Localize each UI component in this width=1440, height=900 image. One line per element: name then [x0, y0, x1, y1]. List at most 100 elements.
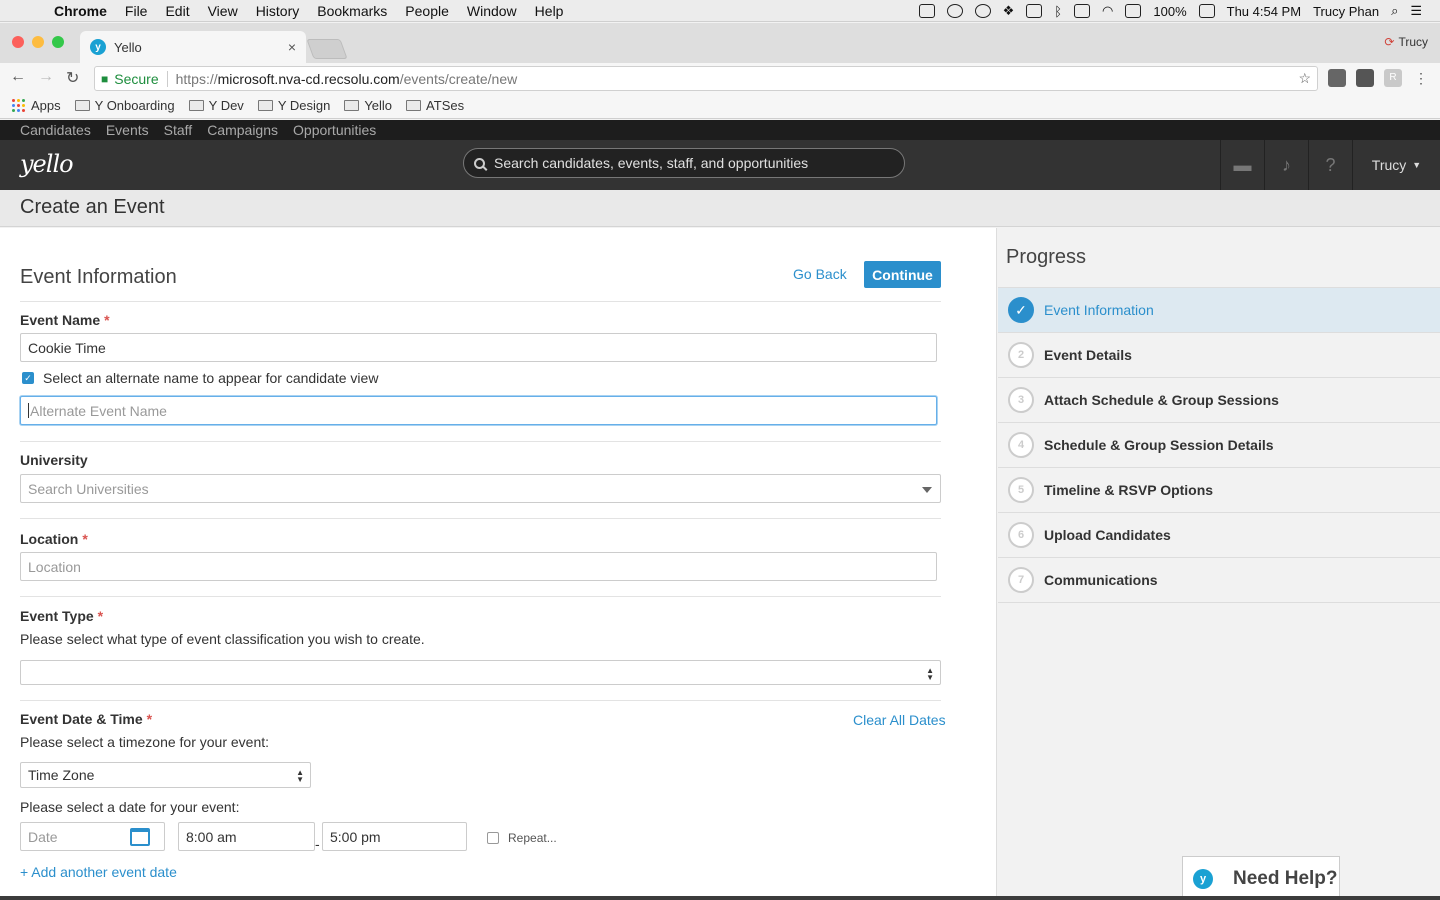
add-another-date-link[interactable]: + Add another event date: [20, 864, 177, 880]
battery-icon[interactable]: [1198, 4, 1215, 18]
menu-view[interactable]: View: [208, 3, 238, 19]
browser-tab-bar: y Yello × ⟳ Trucy: [0, 23, 1440, 63]
memory-icon[interactable]: [1074, 4, 1091, 18]
menu-bookmarks[interactable]: Bookmarks: [317, 3, 387, 19]
bookmark-star-icon[interactable]: ☆: [1298, 70, 1311, 87]
nav-staff[interactable]: Staff: [164, 122, 193, 138]
step-communications[interactable]: 7 Communications: [998, 558, 1440, 603]
macos-menu-bar: Chrome File Edit View History Bookmarks …: [0, 0, 1440, 22]
need-help-widget[interactable]: y Need Help?: [1182, 856, 1340, 900]
nav-events[interactable]: Events: [106, 122, 149, 138]
clock[interactable]: Thu 4:54 PM: [1227, 4, 1301, 19]
messages-icon[interactable]: ▬: [1220, 140, 1264, 190]
wifi-icon[interactable]: ◠: [1102, 3, 1113, 19]
location-input[interactable]: Location: [20, 552, 937, 581]
global-search-input[interactable]: Search candidates, events, staff, and op…: [463, 148, 905, 178]
event-name-value: Cookie Time: [28, 339, 106, 356]
bookmark-y-dev[interactable]: Y Dev: [188, 98, 244, 113]
spotlight-icon[interactable]: ⌕: [1391, 3, 1398, 19]
extension-icon-2[interactable]: [1356, 69, 1374, 87]
back-arrow-icon[interactable]: ←: [10, 68, 26, 86]
step-upload-candidates[interactable]: 6 Upload Candidates: [998, 513, 1440, 558]
chrome-profile[interactable]: ⟳ Trucy: [1384, 35, 1428, 49]
browser-tab[interactable]: y Yello ×: [80, 31, 306, 63]
address-bar[interactable]: ■ Secure https:// microsoft.nva-cd.recso…: [94, 66, 1318, 91]
user-name[interactable]: Trucy Phan: [1313, 4, 1379, 19]
date-input[interactable]: Date: [20, 822, 165, 851]
step-attach-schedule[interactable]: 3 Attach Schedule & Group Sessions: [998, 378, 1440, 423]
notification-center-icon[interactable]: ☰: [1410, 3, 1422, 19]
event-type-label: Event Type *: [20, 608, 103, 624]
continue-button[interactable]: Continue: [864, 261, 941, 288]
event-type-select[interactable]: ▲ ▼: [20, 660, 941, 685]
repeat-checkbox-row[interactable]: Repeat...: [487, 831, 557, 845]
step-schedule-details[interactable]: 4 Schedule & Group Session Details: [998, 423, 1440, 468]
step-number: 6: [1008, 522, 1034, 548]
user-menu[interactable]: Trucy ▼: [1352, 140, 1440, 190]
bookmark-y-onboarding[interactable]: Y Onboarding: [74, 98, 175, 113]
maximize-window-icon[interactable]: [52, 36, 64, 48]
bluetooth-icon[interactable]: ᛒ: [1054, 4, 1062, 19]
bookmark-atses[interactable]: ATSes: [406, 98, 464, 113]
repeat-label: Repeat...: [508, 831, 557, 845]
alternate-name-checkbox[interactable]: ✓: [22, 372, 34, 384]
menu-chrome[interactable]: Chrome: [54, 3, 107, 19]
bookmark-yello[interactable]: Yello: [344, 98, 392, 113]
minimize-window-icon[interactable]: [32, 36, 44, 48]
nav-opportunities[interactable]: Opportunities: [293, 122, 376, 138]
airplay-icon[interactable]: [1125, 4, 1142, 18]
extension-icon-3[interactable]: R: [1384, 69, 1402, 87]
forward-arrow-icon[interactable]: →: [38, 68, 54, 86]
menu-people[interactable]: People: [405, 3, 449, 19]
progress-sidebar: Progress ✓ Event Information 2 Event Det…: [998, 228, 1440, 900]
close-window-icon[interactable]: [12, 36, 24, 48]
end-time-input[interactable]: 5:00 pm: [322, 822, 467, 851]
event-form: Event Information Go Back Continue Event…: [0, 228, 997, 900]
menu-help[interactable]: Help: [535, 3, 564, 19]
screen-share-icon[interactable]: [918, 4, 935, 18]
folder-icon: [188, 100, 204, 111]
dropbox-icon[interactable]: ❖: [1003, 3, 1015, 19]
step-event-information[interactable]: ✓ Event Information: [998, 288, 1440, 333]
event-name-input[interactable]: Cookie Time: [20, 333, 937, 362]
reload-icon[interactable]: ↻: [66, 68, 79, 88]
calendar-icon[interactable]: [130, 828, 150, 846]
step-label: Attach Schedule & Group Sessions: [1044, 392, 1279, 408]
start-time-input[interactable]: 8:00 am: [178, 822, 315, 851]
required-asterisk: *: [97, 608, 104, 624]
help-chat-icon[interactable]: ?: [1308, 140, 1352, 190]
alternate-event-name-input[interactable]: Alternate Event Name: [20, 396, 937, 425]
close-tab-icon[interactable]: ×: [288, 39, 296, 55]
new-tab-button[interactable]: [306, 39, 348, 59]
event-type-label-text: Event Type: [20, 608, 94, 624]
date-placeholder: Date: [28, 828, 58, 845]
sync-icon[interactable]: [946, 4, 963, 18]
menu-window[interactable]: Window: [467, 3, 517, 19]
menu-history[interactable]: History: [256, 3, 300, 19]
need-help-label: Need Help?: [1233, 867, 1338, 889]
repeat-checkbox[interactable]: [487, 832, 499, 844]
event-name-label: Event Name *: [20, 312, 110, 328]
page-title-bar: Create an Event: [0, 190, 1440, 227]
university-label: University: [20, 452, 88, 468]
step-event-details[interactable]: 2 Event Details: [998, 333, 1440, 378]
chrome-menu-icon[interactable]: ⋮: [1412, 69, 1430, 87]
nav-candidates[interactable]: Candidates: [20, 122, 91, 138]
go-back-link[interactable]: Go Back: [793, 266, 847, 282]
university-select[interactable]: Search Universities: [20, 474, 941, 503]
menu-edit[interactable]: Edit: [165, 3, 189, 19]
clear-all-dates-link[interactable]: Clear All Dates: [853, 712, 946, 728]
yello-logo[interactable]: yello: [20, 150, 74, 178]
timezone-select[interactable]: Time Zone ▲ ▼: [20, 762, 311, 788]
app-top-nav: Candidates Events Staff Campaigns Opport…: [0, 120, 1440, 140]
shield-status-icon[interactable]: [1026, 4, 1043, 18]
nav-campaigns[interactable]: Campaigns: [207, 122, 278, 138]
alternate-name-checkbox-row[interactable]: ✓ Select an alternate name to appear for…: [22, 370, 378, 386]
menu-file[interactable]: File: [125, 3, 148, 19]
bookmark-apps[interactable]: Apps: [12, 98, 61, 113]
notifications-bell-icon[interactable]: ♪: [1264, 140, 1308, 190]
bookmark-y-design[interactable]: Y Design: [257, 98, 330, 113]
extension-icon-1[interactable]: [1328, 69, 1346, 87]
info-icon[interactable]: [974, 4, 991, 18]
step-timeline-rsvp[interactable]: 5 Timeline & RSVP Options: [998, 468, 1440, 513]
